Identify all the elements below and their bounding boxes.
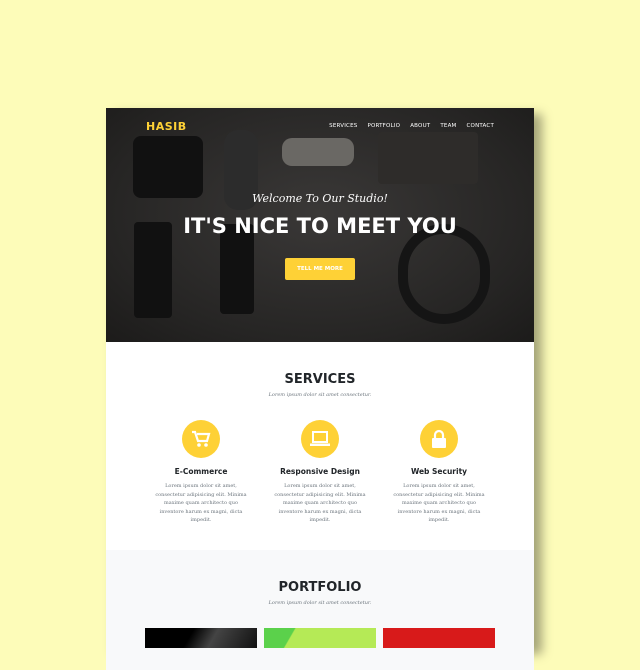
service-title: E-Commerce: [174, 467, 228, 476]
navbar: HASIB SERVICES PORTFOLIO ABOUT TEAM CONT…: [106, 108, 534, 144]
service-item: Web Security Lorem ipsum dolor sit amet,…: [391, 420, 488, 525]
hero-section: HASIB SERVICES PORTFOLIO ABOUT TEAM CONT…: [106, 108, 534, 342]
logo[interactable]: HASIB: [146, 120, 187, 133]
service-title: Web Security: [410, 467, 468, 476]
service-item: E-Commerce Lorem ipsum dolor sit amet, c…: [153, 420, 250, 525]
service-text: Lorem ipsum dolor sit amet, consectetur …: [274, 483, 366, 523]
laptop-icon: [301, 420, 339, 458]
hero-headline: IT'S NICE TO MEET YOU: [183, 214, 457, 238]
portfolio-thumb[interactable]: [145, 628, 257, 648]
hero-welcome: Welcome To Our Studio!: [252, 192, 388, 205]
portfolio-title: PORTFOLIO: [278, 580, 362, 595]
portfolio-thumb[interactable]: [264, 628, 376, 648]
portfolio-section: PORTFOLIO Lorem ipsum dolor sit amet con…: [106, 550, 534, 670]
portfolio-subtitle: Lorem ipsum dolor sit amet consectetur.: [268, 600, 372, 606]
nav-team[interactable]: TEAM: [440, 123, 456, 129]
service-item: Responsive Design Lorem ipsum dolor sit …: [272, 420, 369, 525]
shopping-cart-icon: [182, 420, 220, 458]
nav-portfolio[interactable]: PORTFOLIO: [367, 123, 400, 129]
wallet-image: [133, 136, 203, 198]
portfolio-thumb[interactable]: [383, 628, 495, 648]
nav-about[interactable]: ABOUT: [410, 123, 430, 129]
lock-icon: [420, 420, 458, 458]
service-text: Lorem ipsum dolor sit amet, consectetur …: [393, 483, 485, 523]
services-title: SERVICES: [284, 372, 356, 387]
nav-services[interactable]: SERVICES: [329, 123, 357, 129]
service-title: Responsive Design: [280, 467, 360, 476]
services-section: SERVICES Lorem ipsum dolor sit amet cons…: [106, 342, 534, 550]
nav-contact[interactable]: CONTACT: [467, 123, 494, 129]
headphones-image: [398, 224, 490, 324]
services-subtitle: Lorem ipsum dolor sit amet consectetur.: [268, 392, 372, 398]
tell-me-more-button[interactable]: TELL ME MORE: [285, 258, 355, 280]
website-mockup: HASIB SERVICES PORTFOLIO ABOUT TEAM CONT…: [106, 108, 534, 670]
service-text: Lorem ipsum dolor sit amet, consectetur …: [155, 483, 247, 523]
